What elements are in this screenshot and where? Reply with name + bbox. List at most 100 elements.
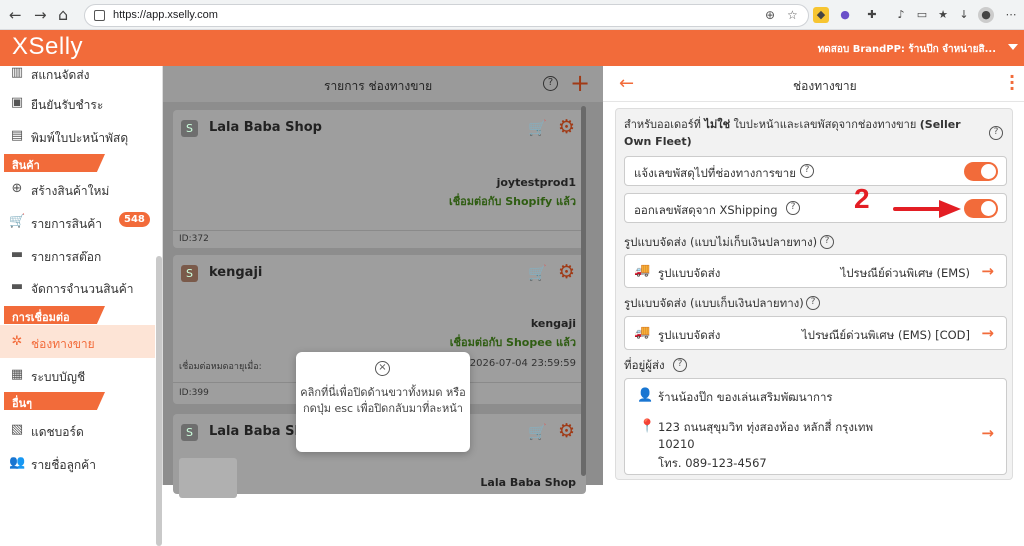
sidebar-item-accounting[interactable]: ▦ ระบบบัญชี (0, 360, 155, 390)
money-icon: ▣ (10, 95, 24, 110)
barcode-icon: ▥ (10, 65, 24, 80)
connection-status: เชื่อมต่อกับ Shopify แล้ว (448, 195, 576, 208)
puzzle-icon[interactable]: ✚ (864, 7, 880, 23)
arrow-right-icon[interactable]: → (981, 424, 994, 442)
box-icon: ▬ (10, 279, 24, 294)
sender-address-card[interactable]: 👤 ร้านน้องป๊ก ของเล่นเสริมพัฒนาการ 📍 123… (624, 378, 1007, 475)
seller-own-fleet-settings: สำหรับออเดอร์ที่ ไม่ใช่ ใบปะหน้าและเลขพั… (615, 108, 1013, 480)
sidebar-item-scan-ship[interactable]: ▥ สแกนจัดส่ง (0, 58, 155, 88)
favorites-icon[interactable]: ★ (935, 7, 951, 23)
download-icon[interactable]: ↓ (956, 7, 972, 23)
section-label: รูปแบบจัดส่ง (แบบเก็บเงินปลายทาง) (624, 296, 804, 310)
sidebar-item-dashboard[interactable]: ▧ แดชบอร์ด (0, 415, 155, 445)
notify-tracking-toggle[interactable] (964, 162, 998, 181)
sidebar-item-label: ยืนยันรับชำระ (31, 98, 104, 112)
url-text: https://app.xselly.com (113, 9, 218, 21)
bookmark-star-icon[interactable]: ☆ (787, 8, 798, 22)
shipping-method-non-cod[interactable]: 🚚 รูปแบบจัดส่ง ไปรษณีย์ด่วนพิเศษ (EMS) → (624, 254, 1007, 288)
plus-circle-icon: ⊕ (11, 181, 23, 196)
truck-icon: 🚚 (634, 325, 651, 340)
cart-icon[interactable]: 🛒 (528, 423, 547, 441)
arrow-right-icon[interactable]: → (981, 324, 994, 342)
expire-label: เชื่อมต่อหมดอายุเมื่อ: (179, 362, 262, 372)
shopify-icon: S (181, 120, 198, 137)
panel-scrollbar[interactable] (581, 106, 586, 476)
close-panels-tooltip[interactable]: × คลิกที่นี่เพื่อปิดด้านขวาทั้งหมด หรือ … (296, 352, 470, 452)
person-icon: 👤 (637, 388, 654, 403)
users-icon: 👥 (9, 455, 26, 470)
sender-name: ร้านน้องป๊ก ของเล่นเสริมพัฒนาการ (658, 390, 833, 404)
document-icon: ▦ (10, 367, 24, 382)
menu-icon[interactable]: ⋯ (1003, 7, 1019, 23)
sidebar-item-create-product[interactable]: ⊕ สร้างสินค้าใหม่ (0, 174, 155, 204)
channel-id: ID:372 (179, 234, 209, 244)
help-icon[interactable]: ? (989, 126, 1003, 140)
back-arrow-icon[interactable]: ← (619, 73, 634, 94)
help-icon[interactable]: ? (806, 296, 820, 310)
avatar[interactable]: ● (978, 7, 994, 23)
store-selector[interactable]: ทดสอบ BrandPP: ร้านป๊ก จำหน่ายสิ... (818, 42, 996, 57)
gear-icon[interactable]: ⚙ (558, 116, 575, 138)
truck-icon: 🚚 (634, 263, 651, 278)
sidebar-item-label: สร้างสินค้าใหม่ (31, 184, 110, 198)
app-logo[interactable]: XSelly (12, 33, 83, 61)
sidebar-item-label: รายชื่อลูกค้า (31, 458, 96, 472)
help-icon[interactable]: ? (800, 164, 814, 178)
chevron-down-icon[interactable] (1008, 44, 1018, 50)
close-icon[interactable]: × (375, 361, 390, 376)
address-bar[interactable]: https://app.xselly.com ⊕ ☆ (84, 4, 809, 27)
cart-icon[interactable]: 🛒 (528, 264, 547, 282)
note-text: ใบปะหน้าและเลขพัสดุจากช่องทางขาย (730, 118, 920, 131)
sidebar-item-stock-list[interactable]: ▬ รายการสต๊อก (0, 240, 155, 270)
sidebar-item-manage-qty[interactable]: ▬ จัดการจำนวนสินค้า (0, 272, 155, 302)
sidebar-scrollbar[interactable] (156, 256, 162, 546)
split-screen-icon[interactable]: ▭ (914, 7, 930, 23)
home-icon[interactable]: ⌂ (58, 5, 68, 24)
sidebar-item-customers[interactable]: 👥 รายชื่อลูกค้า (0, 448, 155, 478)
channel-account: joytestprod1 (496, 176, 576, 189)
annotation-number: 2 (854, 183, 870, 214)
sidebar-item-label: ระบบบัญชี (31, 370, 86, 384)
help-icon[interactable]: ? (786, 201, 800, 215)
browser-toolbar: ← → ⌂ https://app.xselly.com ⊕ ☆ ◆ ● ✚ ♪… (0, 0, 1024, 30)
add-channel-button[interactable]: + (570, 69, 590, 97)
extension-icon[interactable]: ◆ (813, 7, 829, 23)
sender-address-line: 123 ถนนสุขุมวิท ทุ่งสองห้อง หลักสี่ กรุง… (658, 420, 874, 434)
sidebar-item-label: รายการสินค้า (31, 217, 102, 231)
more-vertical-icon[interactable]: · · · (1009, 69, 1015, 97)
channel-account: kengaji (530, 317, 576, 330)
channel-card[interactable]: S Lala Baba Shop 🛒 ⚙ joytestprod1 เชื่อม… (173, 110, 586, 248)
network-icon: ✲ (11, 334, 23, 349)
divider (173, 230, 586, 231)
sidebar-item-product-list[interactable]: 🛒 รายการสินค้า 548 (0, 207, 155, 237)
sidebar-item-confirm-payment[interactable]: ▣ ยืนยันรับชำระ (0, 88, 155, 118)
connection-status: เชื่อมต่อกับ Shopee แล้ว (449, 336, 576, 349)
help-icon[interactable]: ? (543, 76, 558, 91)
settings-description: สำหรับออเดอร์ที่ ไม่ใช่ ใบปะหน้าและเลขพั… (624, 116, 974, 150)
sender-phone: โทร. 089-123-4567 (658, 456, 767, 470)
shipping-method-cod[interactable]: 🚚 รูปแบบจัดส่ง ไปรษณีย์ด่วนพิเศษ (EMS) [… (624, 316, 1007, 350)
gear-icon[interactable]: ⚙ (558, 420, 575, 442)
extension-icon[interactable]: ♪ (893, 7, 909, 23)
sidebar-item-print-label[interactable]: ▤ พิมพ์ใบปะหน้าพัสดุ (0, 121, 155, 151)
cart-icon[interactable]: 🛒 (528, 119, 547, 137)
zoom-icon[interactable]: ⊕ (765, 8, 775, 22)
sidebar-item-label: แดชบอร์ด (31, 425, 84, 439)
location-pin-icon: 📍 (639, 419, 656, 434)
help-icon[interactable]: ? (820, 235, 834, 249)
product-thumbnail (179, 458, 237, 498)
help-icon[interactable]: ? (673, 358, 687, 372)
xshipping-tracking-toggle[interactable] (964, 199, 998, 218)
forward-icon[interactable]: → (34, 6, 47, 24)
sidebar-item-label: จัดการจำนวนสินค้า (31, 282, 134, 296)
section-header-products: สินค้า (4, 154, 105, 172)
cart-icon: 🛒 (9, 214, 26, 229)
extension-icon[interactable]: ● (837, 7, 853, 23)
back-icon[interactable]: ← (9, 6, 22, 24)
sidebar-item-label: รายการสต๊อก (31, 250, 102, 264)
gear-icon[interactable]: ⚙ (558, 261, 575, 283)
count-badge: 548 (119, 212, 150, 227)
arrow-right-icon[interactable]: → (981, 262, 994, 280)
toggle-knob (981, 201, 996, 216)
sidebar-item-channels[interactable]: ✲ ช่องทางขาย (0, 325, 155, 358)
